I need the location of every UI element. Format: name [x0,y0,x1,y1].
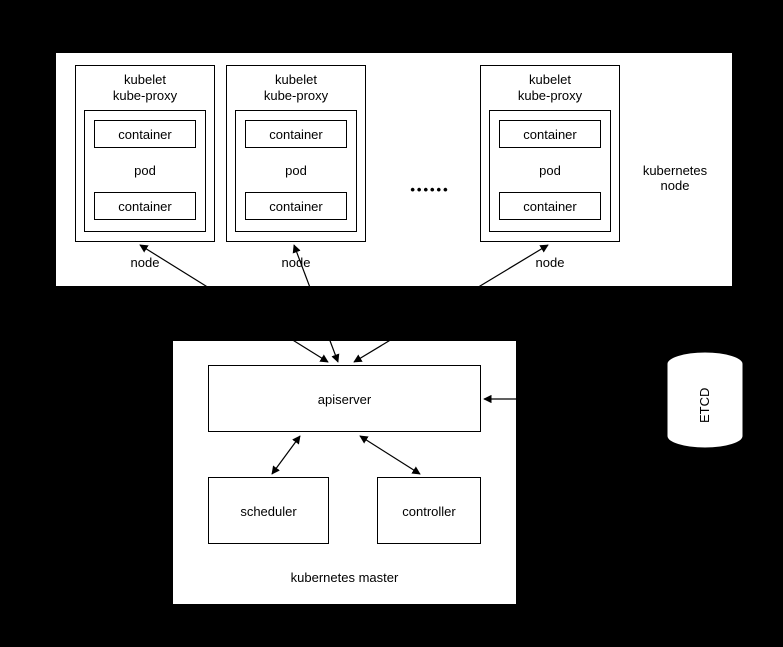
node-2-pod-label: pod [235,163,357,178]
node-2-container-1-label: container [245,127,347,142]
node-3-pod-label: pod [489,163,611,178]
controller-label: controller [377,504,481,519]
node-3-container-1-label: container [499,127,601,142]
node-1-kubeproxy: kube-proxy [75,88,215,103]
node-3-container-2-label: container [499,199,601,214]
node-2-kubeproxy: kube-proxy [226,88,366,103]
node-3-kubelet: kubelet [480,72,620,87]
apiserver-label: apiserver [208,392,481,407]
node-1-label: node [75,255,215,270]
node-1-container-1-label: container [94,127,196,142]
ellipsis: •••••• [395,182,465,197]
kubernetes-master-label: kubernetes master [172,570,517,585]
node-1-pod-label: pod [84,163,206,178]
node-3-kubeproxy: kube-proxy [480,88,620,103]
etcd-label: ETCD [697,380,712,430]
node-1-container-2-label: container [94,199,196,214]
node-2-label: node [226,255,366,270]
scheduler-label: scheduler [208,504,329,519]
node-2-container-2-label: container [245,199,347,214]
kubernetes-node-region-label: kubernetes node [630,163,720,193]
node-3-label: node [480,255,620,270]
node-2-kubelet: kubelet [226,72,366,87]
node-1-kubelet: kubelet [75,72,215,87]
